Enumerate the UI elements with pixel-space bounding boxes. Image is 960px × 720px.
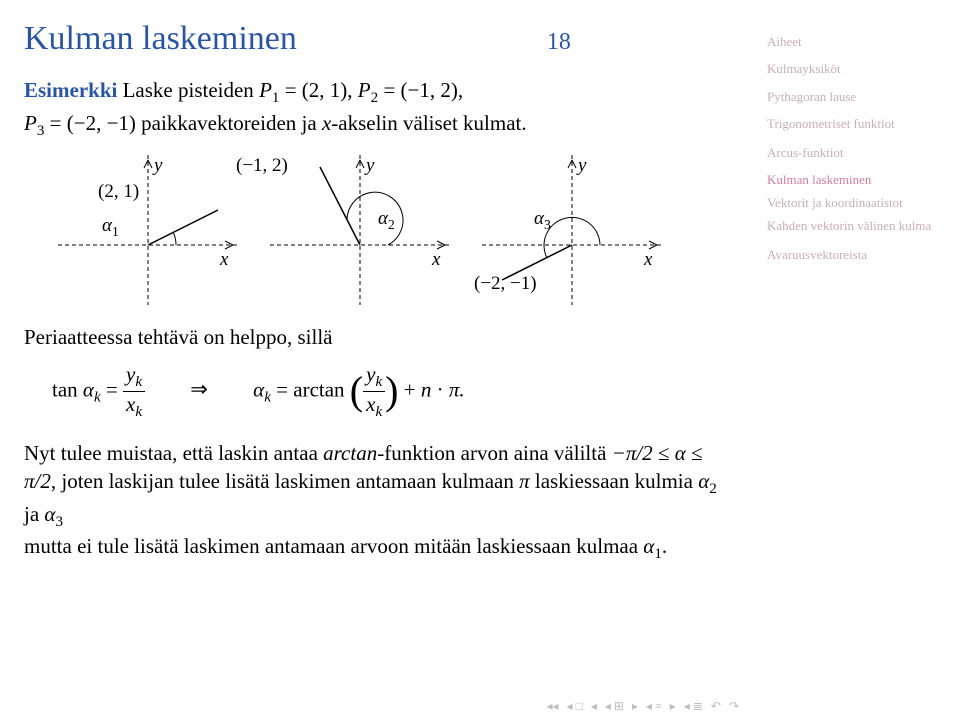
sidebar-item[interactable]: Kahden vektorin välinen kulma (767, 218, 960, 235)
sidebar-item[interactable]: Aiheet (767, 28, 960, 55)
sidebar-item[interactable]: Arcus-funktiot (767, 139, 960, 166)
nav-page-icon[interactable]: ◂ ⊞ (605, 699, 624, 714)
pt2: (−1, 2) (236, 155, 288, 177)
y-label: y (154, 155, 162, 177)
nav-first[interactable]: ◂◂ (547, 699, 559, 714)
principle-text: Periaatteessa tehtävä on helppo, sillä (24, 323, 725, 351)
nav-fwd[interactable]: ↷ (729, 699, 739, 714)
page-title: Kulman laskeminen (24, 20, 297, 58)
title-row: Kulman laskeminen 18 (24, 20, 725, 58)
sidebar-item-active[interactable]: Kulman laskeminen (767, 172, 960, 189)
y-label: y (578, 155, 586, 177)
x-label: x (220, 249, 228, 271)
nav-back[interactable]: ↶ (711, 699, 721, 714)
nav-controls: ◂◂ ◂ □ ◂ ◂ ⊞ ▸ ◂ ≡ ▸ ◂ ≣ ↶ ↷ (547, 699, 740, 714)
diagram-2: y x (−1, 2) α2 (270, 155, 450, 305)
diagram-row: y x (2, 1) α1 y x (−1, 2) α2 (58, 155, 725, 305)
sidebar-item[interactable]: Kulmayksiköt (767, 55, 960, 82)
alpha2: α2 (378, 208, 395, 233)
note-paragraph: Nyt tulee muistaa, että laskin antaa arc… (24, 439, 725, 565)
nav-last[interactable]: ▸ (670, 699, 676, 714)
nav-prev[interactable]: ◂ (591, 699, 597, 714)
nav-next[interactable]: ▸ (632, 699, 638, 714)
formula: tan αk = yk xk ⇒ αk = arctan ( yk xk ) +… (52, 362, 725, 421)
sidebar-item[interactable]: Pythagoran lause (767, 83, 960, 110)
alpha3: α3 (534, 208, 551, 233)
alpha1: α1 (102, 215, 119, 240)
x-label: x (644, 249, 652, 271)
sidebar-item[interactable]: Trigonometriset funktiot (767, 116, 960, 133)
nav-prev-icon[interactable]: ◂ □ (567, 699, 583, 714)
pt1: (2, 1) (98, 181, 139, 203)
diagram-1: y x (2, 1) α1 (58, 155, 238, 305)
x-label: x (432, 249, 440, 271)
y-label: y (366, 155, 374, 177)
sidebar-item[interactable]: Avaruusvektoreista (767, 241, 960, 268)
example-paragraph: Esimerkki Laske pisteiden P1 = (2, 1), P… (24, 76, 725, 141)
sidebar: Aiheet Kulmayksiköt Pythagoran lause Tri… (755, 0, 960, 720)
example-label: Esimerkki (24, 78, 117, 102)
diagram-3: y x (−2, −1) α3 (482, 155, 662, 305)
pt3: (−2, −1) (474, 273, 537, 295)
nav-sect-icon[interactable]: ◂ ≡ (646, 699, 662, 714)
sidebar-item[interactable]: Vektorit ja koordinaatistot (767, 195, 960, 212)
slide-number: 18 (547, 29, 571, 56)
nav-end-icon[interactable]: ◂ ≣ (684, 699, 703, 714)
